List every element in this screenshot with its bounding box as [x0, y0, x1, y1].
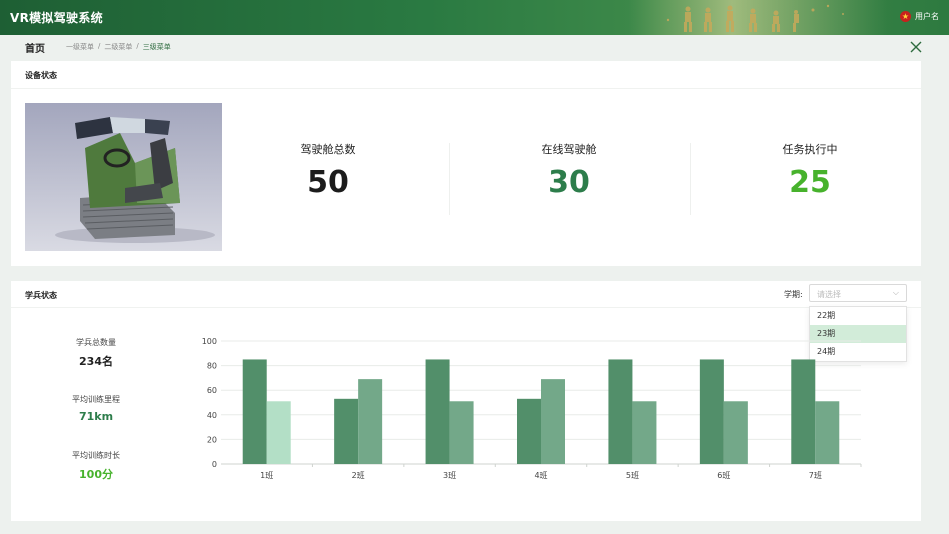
chevron-down-icon: ⌵ [892, 288, 899, 297]
student-status-card: 学兵状态 学期: 请选择 ⌵ 22期 23期 24期 学兵总数量 234名 平均… [11, 281, 921, 521]
breadcrumb: 一级菜单 / 二级菜单 / 三级菜单 [66, 42, 171, 52]
x-tick-label: 6班 [717, 470, 730, 480]
y-tick-label: 20 [207, 435, 217, 444]
period-placeholder: 请选择 [817, 290, 841, 299]
divider [11, 307, 921, 308]
stat-label: 驾驶舱总数 [300, 143, 356, 156]
summary-label: 学兵总数量 [76, 338, 116, 347]
breadcrumb-separator: / [136, 42, 139, 50]
bar [608, 359, 633, 464]
breadcrumb-item-1[interactable]: 一级菜单 [66, 42, 94, 52]
summary-avg-distance: 平均训练里程 71km [51, 394, 141, 423]
period-option[interactable]: 22期 [810, 307, 906, 325]
bar [266, 401, 291, 464]
period-select[interactable]: 请选择 ⌵ [809, 284, 907, 302]
summary-value: 71km [78, 410, 114, 423]
soldiers-banner-image [628, 0, 888, 35]
summary-label: 平均训练时长 [72, 451, 120, 460]
bar [815, 401, 840, 464]
y-tick-label: 100 [202, 337, 217, 346]
stat-value: 30 [548, 165, 590, 200]
period-label: 学期: [784, 290, 803, 299]
bar [242, 359, 267, 464]
app-header: VR模拟驾驶系统 ★ 用户名 [0, 0, 949, 35]
stat-online-cockpits: 在线驾驶舱 30 [489, 141, 649, 200]
breadcrumb-separator: / [98, 42, 101, 50]
user-menu[interactable]: ★ 用户名 [900, 11, 939, 22]
x-tick-label: 2班 [352, 470, 365, 480]
bar [632, 401, 657, 464]
y-tick-label: 0 [212, 460, 217, 469]
x-tick-label: 4班 [534, 470, 547, 480]
bar [358, 379, 383, 464]
username: 用户名 [915, 12, 939, 21]
y-tick-label: 60 [207, 386, 217, 395]
bar [517, 398, 541, 464]
stat-value: 50 [307, 165, 349, 200]
bar [699, 359, 724, 464]
breadcrumb-bar: 首页 一级菜单 / 二级菜单 / 三级菜单 [0, 35, 949, 59]
x-tick-label: 7班 [809, 470, 822, 480]
bar [791, 359, 816, 464]
x-tick-label: 1班 [260, 470, 273, 480]
summary-total-students: 学兵总数量 234名 [51, 337, 141, 369]
stat-value: 25 [789, 165, 831, 200]
breadcrumb-item-2[interactable]: 二级菜单 [104, 42, 132, 52]
stat-label: 任务执行中 [782, 143, 838, 156]
stat-tasks-running: 任务执行中 25 [730, 141, 890, 200]
tab-home[interactable]: 首页 [25, 40, 45, 55]
device-status-card: 设备状态 驾驶舱总数 50 在线驾驶舱 30 任务执行中 25 [11, 61, 921, 266]
driving-simulator-image [25, 103, 222, 251]
x-tick-label: 5班 [626, 470, 639, 480]
breadcrumb-item-3: 三级菜单 [142, 43, 171, 51]
divider [690, 143, 691, 215]
bar [334, 398, 359, 464]
summary-avg-time: 平均训练时长 100分 [51, 450, 141, 482]
stat-label: 在线驾驶舱 [541, 143, 597, 156]
summary-value: 100分 [79, 468, 113, 481]
star-badge-icon: ★ [900, 11, 911, 22]
summary-label: 平均训练里程 [72, 395, 120, 404]
divider [449, 143, 450, 215]
y-tick-label: 80 [207, 362, 217, 371]
app-title: VR模拟驾驶系统 [10, 11, 103, 25]
bar [723, 401, 748, 464]
bar [449, 401, 474, 464]
close-icon[interactable] [909, 40, 923, 54]
student-status-title: 学兵状态 [25, 291, 57, 300]
class-bar-chart: 0 20 40 60 80 100 1班 2班 3班 4班 5班 6班 7班 [202, 337, 862, 480]
bar [425, 359, 450, 464]
x-tick-label: 3班 [443, 470, 456, 480]
summary-value: 234名 [79, 355, 113, 368]
y-tick-label: 40 [207, 411, 217, 420]
divider [11, 88, 921, 89]
device-status-title: 设备状态 [25, 71, 57, 80]
bar [541, 379, 565, 464]
stat-total-cockpits: 驾驶舱总数 50 [248, 141, 408, 200]
